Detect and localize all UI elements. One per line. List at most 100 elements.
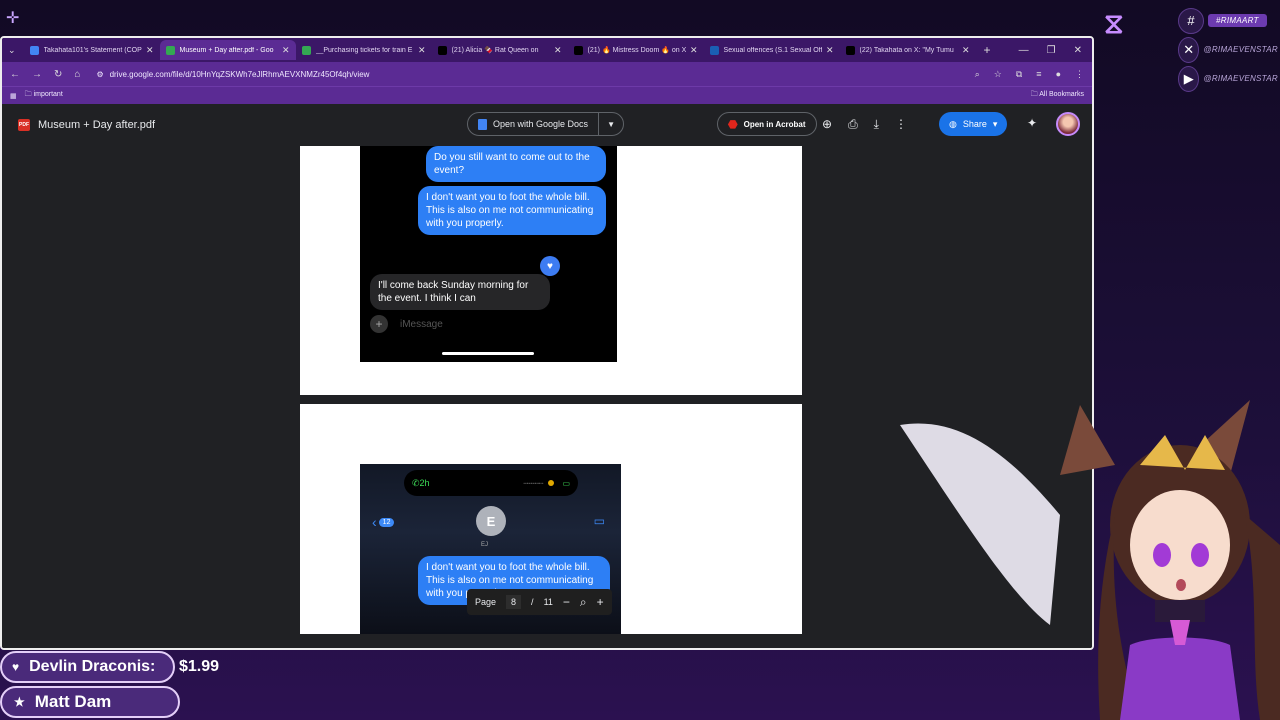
gemini-icon[interactable]: ✦ [1027, 116, 1037, 130]
x-icon: ✕ [1178, 36, 1200, 63]
new-tab-button[interactable]: + [984, 43, 991, 57]
hashtag-icon: # [1178, 7, 1204, 34]
zoom-out-icon[interactable]: − [563, 595, 570, 609]
more-actions-icon[interactable]: ⋮ [895, 117, 907, 131]
share-button[interactable]: ◍ Share ▾ [939, 112, 1008, 136]
browser-toolbar: ← → ↻ ⌂ ⚙ drive.google.com/file/d/10HnYq… [2, 62, 1092, 86]
message-bubble: Do you still want to come out to the eve… [426, 146, 606, 182]
heart-icon: ♥ [12, 660, 20, 674]
phone-call-icon: ✆ [412, 477, 420, 488]
extension-icon[interactable]: ≡ [1036, 69, 1041, 80]
back-icon[interactable]: ← [10, 69, 20, 80]
browser-tab[interactable]: Sexual offences (S.1 Sexual Off ✕ [704, 40, 840, 60]
message-bubble-received: I'll come back Sunday morning for the ev… [370, 274, 550, 310]
acrobat-icon: ⬣ [728, 118, 738, 131]
streamer-logo-icon: ⧖ [1104, 8, 1124, 39]
extensions-icon[interactable]: ⧉ [1016, 69, 1022, 80]
follower-name: Matt Dam [34, 692, 112, 711]
page-total: 11 [543, 597, 553, 607]
url-text: drive.google.com/file/d/10HnYqZSKWh7eJlR… [109, 69, 370, 79]
youtube-icon: ▶ [1178, 65, 1200, 92]
close-tab-icon[interactable]: ✕ [282, 45, 290, 56]
home-indicator [442, 352, 534, 355]
tab-favicon-icon [709, 45, 719, 55]
donation-alert: ♥ Devlin Draconis: $1.99 [0, 651, 219, 683]
viewer-header: PDF Museum + Day after.pdf Open with Goo… [2, 104, 1092, 146]
battery-icon: ▭ [562, 478, 570, 488]
open-in-acrobat-button[interactable]: ⬣ Open in Acrobat [717, 112, 817, 136]
hashtag-text: #RIMAART [1208, 14, 1267, 27]
tab-search-icon[interactable]: ⌄ [8, 45, 16, 56]
youtube-handle: @RIMAEVENSTAR [1203, 74, 1278, 83]
tab-favicon-icon [573, 45, 583, 55]
close-tab-icon[interactable]: ✕ [826, 45, 834, 56]
close-tab-icon[interactable]: ✕ [146, 45, 154, 56]
donor-name: Devlin Draconis: [29, 658, 156, 675]
close-tab-icon[interactable]: ✕ [690, 45, 698, 56]
home-icon[interactable]: ⌂ [74, 69, 80, 80]
browser-tab[interactable]: (22) Takahata on X: "My Tumu ✕ [840, 40, 976, 60]
site-info-icon[interactable]: ⚙ [96, 70, 103, 79]
tab-title: (21) Alicia 🍫 Rat Queen on [451, 47, 539, 54]
file-name: Museum + Day after.pdf [38, 119, 156, 131]
bookmark-folder-important[interactable]: 🗀 important [25, 90, 63, 101]
apps-icon[interactable]: ▦ [10, 92, 17, 100]
x-handle: @RIMAEVENSTAR [1203, 45, 1278, 54]
menu-icon[interactable]: ⋮ [1075, 69, 1084, 80]
print-icon[interactable]: ⎙ [848, 117, 858, 132]
globe-icon: ◍ [949, 118, 957, 129]
recording-dot-icon [548, 480, 555, 486]
tab-title: Sexual offences (S.1 Sexual Off [723, 46, 822, 54]
close-window-button[interactable]: ✕ [1074, 45, 1082, 56]
zoom-search-icon[interactable]: ⌕ [580, 595, 587, 610]
social-links: # #RIMAART ✕ @RIMAEVENSTAR ▶ @RIMAEVENST… [1178, 6, 1278, 93]
close-tab-icon[interactable]: ✕ [418, 45, 426, 56]
all-bookmarks[interactable]: 🗀 All Bookmarks [1031, 90, 1084, 101]
address-bar[interactable]: ⚙ drive.google.com/file/d/10HnYqZSKWh7eJ… [96, 70, 962, 79]
video-call-icon: ▭ [593, 514, 605, 528]
close-tab-icon[interactable]: ✕ [554, 45, 562, 56]
minimize-button[interactable]: — [1019, 45, 1029, 56]
tab-favicon-icon [437, 45, 447, 55]
tab-favicon-icon [29, 45, 39, 55]
phone-screenshot: Do you still want to come out to the eve… [360, 146, 617, 362]
browser-tab[interactable]: Takahata101's Statement (COPY) ✕ [24, 40, 160, 60]
share-dropdown-icon[interactable]: ▾ [993, 119, 998, 130]
dynamic-island: ✆ 2h ┄┄┄┄┄ ▭ [404, 470, 578, 496]
close-tab-icon[interactable]: ✕ [962, 45, 970, 56]
page-number-input[interactable]: 8 [506, 595, 522, 609]
back-chevron-icon: ‹ 12 [372, 514, 395, 530]
browser-tab[interactable]: Museum + Day after.pdf - Goo ✕ [159, 40, 296, 60]
sparkle-icon: ✛ [6, 10, 20, 27]
tab-favicon-icon [845, 45, 855, 55]
follower-alert: ★ Matt Dam [0, 686, 180, 718]
tab-favicon-icon [301, 45, 311, 55]
heart-reaction-icon: ♥ [540, 256, 560, 276]
browser-tab[interactable]: (21) Alicia 🍫 Rat Queen on ✕ [432, 40, 568, 60]
google-docs-icon [478, 118, 487, 130]
download-icon[interactable]: ⤓ [874, 117, 879, 132]
profile-icon[interactable]: ● [1056, 69, 1061, 80]
zoom-in-icon[interactable]: + [597, 595, 604, 609]
social-hashtag: # #RIMAART [1178, 6, 1278, 35]
zoom-icon[interactable]: ⌕ [975, 69, 980, 80]
forward-icon[interactable]: → [32, 69, 42, 80]
social-youtube: ▶ @RIMAEVENSTAR [1178, 64, 1278, 93]
browser-tab[interactable]: (21) 🔥 Mistress Doom 🔥 on X ✕ [568, 40, 704, 60]
plus-icon: + [370, 315, 388, 333]
open-with-google-docs[interactable]: Open with Google Docs ▼ [467, 112, 624, 136]
avatar[interactable] [1056, 112, 1080, 136]
waveform-icon: ┄┄┄┄┄ [523, 478, 543, 488]
page-separator: / [531, 597, 534, 607]
unread-badge: 12 [378, 517, 395, 527]
open-with-label: Open with Google Docs [493, 119, 589, 129]
add-to-drive-icon[interactable]: ⊕ [822, 117, 832, 131]
bookmark-star-icon[interactable]: ☆ [994, 69, 1002, 80]
bookmark-folder-label: important [33, 91, 63, 98]
open-with-dropdown-icon[interactable]: ▼ [599, 120, 623, 129]
restore-button[interactable]: ❐ [1047, 45, 1056, 56]
tab-title: Museum + Day after.pdf - Goo [179, 46, 274, 54]
page-label: Page [475, 597, 497, 607]
reload-icon[interactable]: ↻ [54, 69, 62, 80]
browser-tab[interactable]: __Purchasing tickets for train E ✕ [296, 40, 432, 60]
